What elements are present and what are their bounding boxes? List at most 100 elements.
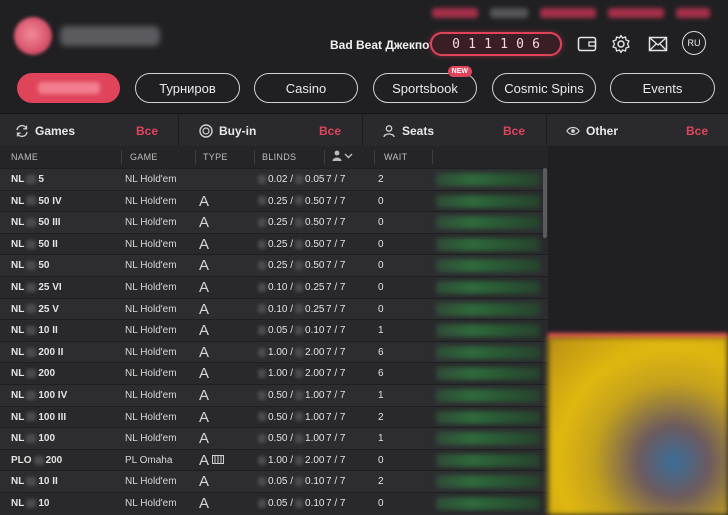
table-name-suffix: 25 VI: [38, 282, 62, 293]
join-buttons-blurred[interactable]: [436, 432, 540, 446]
top-link-2[interactable]: [490, 8, 528, 18]
blinds-blurred: [295, 412, 304, 422]
join-buttons-blurred[interactable]: [436, 345, 540, 359]
site-logo[interactable]: [14, 17, 52, 55]
top-link-1[interactable]: [432, 8, 478, 18]
join-buttons-blurred[interactable]: [436, 216, 540, 230]
table-scrollbar[interactable]: [543, 168, 547, 238]
table-name-prefix: NL: [11, 325, 25, 337]
table-row[interactable]: NL 50 II NL Hold'em A 0.25 / 0.50 7 / 7 0: [0, 232, 548, 255]
table-name-suffix: 10: [38, 498, 50, 509]
filter-buyin[interactable]: Buy-in Все: [199, 114, 341, 147]
mail-icon[interactable]: [647, 33, 669, 55]
table-row[interactable]: NL 50 IV NL Hold'em A 0.25 / 0.50 7 / 7 0: [0, 189, 548, 212]
table-row[interactable]: NL 10 II NL Hold'em A 0.05 / 0.10 7 / 7 1: [0, 319, 548, 341]
join-buttons-blurred[interactable]: [436, 367, 540, 381]
table-row[interactable]: NL 10 II NL Hold'em A 0.05 / 0.10 7 / 7 2: [0, 470, 548, 492]
nav-casino[interactable]: Casino: [254, 73, 358, 103]
col-type[interactable]: TYPE: [203, 152, 228, 162]
table-row[interactable]: NL 50 III NL Hold'em A 0.25 / 0.50 7 / 7 0: [0, 211, 548, 233]
join-buttons-blurred[interactable]: [436, 194, 540, 208]
table-row[interactable]: NL 200 NL Hold'em A 1.00 / 2.00 7 / 7 6: [0, 362, 548, 384]
nav-sportsbook[interactable]: Sportsbook NEW: [373, 66, 477, 103]
auto-type-icon: A: [199, 322, 210, 340]
join-buttons-blurred[interactable]: [436, 389, 540, 402]
table-row[interactable]: NL 50 NL Hold'em A 0.25 / 0.50 7 / 7 0: [0, 254, 548, 276]
table-row[interactable]: NL 10 NL Hold'em A 0.05 / 0.10 7 / 7 0: [0, 492, 548, 514]
col-game[interactable]: GAME: [130, 152, 158, 162]
table-wait: 0: [378, 217, 384, 229]
table-type: A: [199, 430, 209, 447]
col-blinds[interactable]: BLINDS: [262, 152, 296, 162]
blinds-blurred: [258, 412, 266, 422]
join-buttons-blurred[interactable]: [436, 173, 540, 186]
table-name: NL 10 II: [11, 476, 58, 487]
site-logo-text[interactable]: [60, 26, 160, 46]
blinds-big: 0.10: [305, 476, 325, 488]
join-buttons-blurred[interactable]: [436, 259, 540, 273]
blinds-big: 0.10: [305, 325, 325, 337]
gear-icon[interactable]: [610, 33, 632, 55]
join-buttons-blurred[interactable]: [436, 410, 540, 424]
table-name-prefix: NL: [11, 195, 25, 207]
blinds-blurred: [295, 174, 304, 184]
join-buttons-blurred[interactable]: [436, 497, 540, 510]
filter-divider: [546, 114, 547, 147]
table-seats: 7 / 7: [326, 217, 346, 229]
nav-cosmic-spins[interactable]: Cosmic Spins: [492, 73, 596, 103]
promo-banner-image[interactable]: [548, 337, 728, 515]
table-name: NL 200 II: [11, 347, 63, 358]
blinds-blurred: [295, 304, 304, 314]
blinds-blurred: [295, 498, 304, 508]
auto-type-icon: A: [199, 430, 210, 448]
table-row[interactable]: NL 100 NL Hold'em A 0.50 / 1.00 7 / 7 1: [0, 427, 548, 449]
join-buttons-blurred[interactable]: [436, 281, 540, 294]
join-buttons-blurred[interactable]: [436, 302, 540, 316]
blinds-blurred: [295, 282, 304, 292]
join-buttons-blurred[interactable]: [436, 237, 540, 251]
top-link-4[interactable]: [608, 8, 664, 18]
table-name-suffix: 200: [45, 454, 63, 466]
nav-poker[interactable]: [17, 73, 120, 103]
blinds-big: 2.00: [305, 454, 325, 466]
col-seats[interactable]: [332, 150, 354, 164]
table-row[interactable]: PLO 200 PL Omaha A 1.00 / 2.00 7 / 7 0: [0, 448, 548, 471]
table-row[interactable]: NL 25 VI NL Hold'em A 0.10 / 0.25 7 / 7 0: [0, 276, 548, 298]
table-blinds: 0.25 / 0.50: [256, 196, 325, 207]
table-row[interactable]: NL 100 IV NL Hold'em A 0.50 / 1.00 7 / 7 1: [0, 384, 548, 406]
col-name[interactable]: NAME: [11, 152, 38, 162]
nav-tournaments[interactable]: Турниров: [135, 73, 240, 103]
table-row[interactable]: NL 200 II NL Hold'em A 1.00 / 2.00 7 / 7 6: [0, 340, 548, 363]
wallet-icon[interactable]: [576, 33, 598, 55]
blinds-big: 1.00: [305, 390, 325, 401]
table-seats: 7 / 7: [326, 454, 346, 466]
new-badge: NEW: [447, 66, 472, 77]
blinds-big: 1.00: [305, 433, 325, 445]
auto-type-icon: A: [199, 279, 210, 296]
nav-events[interactable]: Events: [610, 73, 715, 103]
table-row[interactable]: NL 25 V NL Hold'em A 0.10 / 0.25 7 / 7 0: [0, 297, 548, 320]
blinds-blurred: [295, 239, 304, 249]
table-name-suffix: 100: [38, 433, 56, 445]
join-buttons-blurred[interactable]: [436, 453, 540, 467]
table-row[interactable]: NL 5 NL Hold'em 0.02 / 0.05 7 / 7 2: [0, 168, 548, 190]
filter-other[interactable]: Other Все: [566, 114, 708, 147]
top-link-5[interactable]: [676, 8, 710, 18]
blinds-blurred: [258, 218, 266, 228]
table-wait: 6: [378, 346, 384, 358]
filter-seats[interactable]: Seats Все: [382, 114, 525, 147]
table-name-suffix: 50 III: [38, 217, 61, 229]
blinds-big: 0.25: [305, 303, 325, 315]
filter-games[interactable]: Games Все: [15, 114, 158, 147]
table-blinds: 0.05 / 0.10: [256, 498, 325, 509]
col-wait[interactable]: WAIT: [384, 152, 407, 162]
auto-type-icon: A: [199, 473, 210, 491]
table-seats: 7 / 7: [326, 411, 346, 423]
blinds-small: 0.05 /: [268, 476, 294, 488]
language-selector[interactable]: RU: [682, 31, 706, 55]
join-buttons-blurred[interactable]: [436, 475, 540, 489]
table-row[interactable]: NL 100 III NL Hold'em A 0.50 / 1.00 7 / 7 2: [0, 405, 548, 428]
table-name-blurred: [26, 498, 37, 508]
top-link-3[interactable]: [540, 8, 596, 18]
join-buttons-blurred[interactable]: [436, 324, 540, 338]
